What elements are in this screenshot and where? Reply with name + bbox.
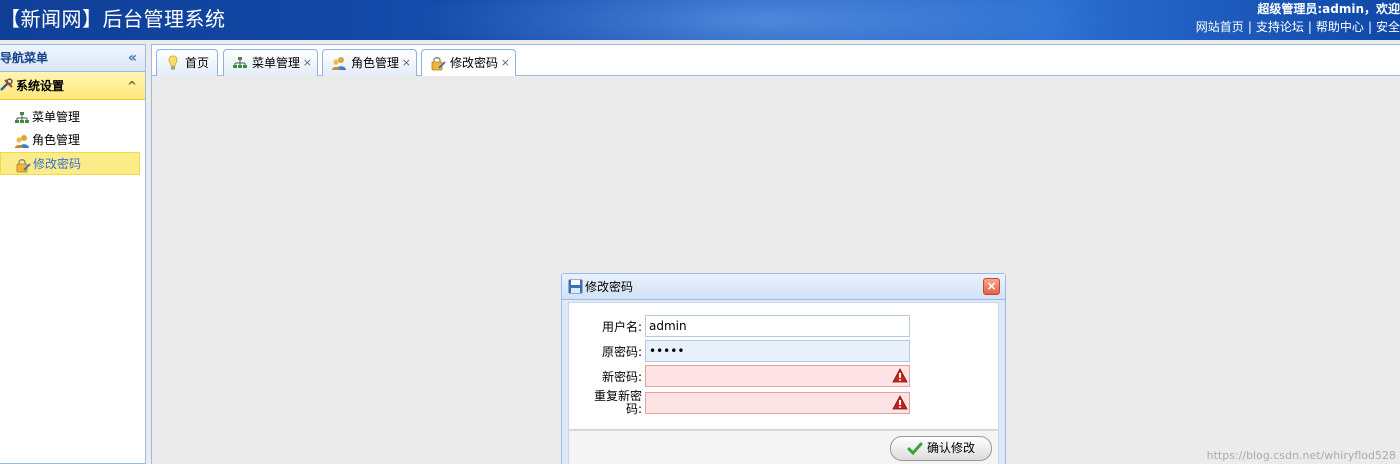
link-support-forum[interactable]: 支持论坛: [1256, 20, 1304, 34]
link-security[interactable]: 安全: [1376, 20, 1400, 34]
header-glow: [380, 0, 1140, 40]
close-icon[interactable]: ×: [303, 50, 312, 76]
user-group-icon: [15, 135, 29, 148]
warning-icon: [892, 395, 908, 410]
confirm-change-label: 确认修改: [927, 441, 976, 455]
username-input[interactable]: admin: [645, 315, 910, 337]
sitemap-icon: [233, 57, 247, 68]
dialog-header[interactable]: 修改密码 ×: [562, 274, 1005, 300]
sitemap-icon: [15, 112, 29, 123]
link-separator: |: [1247, 20, 1252, 34]
form-row-repeat-password: 重复新密 码:: [569, 390, 1000, 416]
close-icon[interactable]: ×: [402, 50, 411, 76]
tab-home[interactable]: 首页: [156, 49, 218, 76]
tab-menu-management[interactable]: 菜单管理 ×: [223, 49, 318, 76]
tab-bar: 首页 菜单管理 × 角色管理 × 修改密码 ×: [151, 44, 1400, 77]
lightbulb-icon: [168, 55, 178, 70]
checkmark-icon: [907, 442, 923, 456]
link-site-home[interactable]: 网站首页: [1196, 20, 1244, 34]
confirm-change-button[interactable]: 确认修改: [890, 436, 992, 461]
old-password-label: 原密码:: [601, 345, 642, 359]
user-greeting: 超级管理员:admin，欢迎: [1257, 2, 1400, 16]
warning-icon: [892, 368, 908, 383]
sidebar-item-change-password[interactable]: 修改密码: [0, 152, 140, 175]
sidebar-item-label: 角色管理: [32, 133, 81, 147]
tab-label: 角色管理: [351, 56, 400, 70]
sidebar-item-label: 菜单管理: [32, 110, 81, 124]
repeat-password-label: 重复新密 码:: [552, 390, 642, 416]
link-separator: |: [1307, 20, 1312, 34]
watermark: https://blog.csdn.net/whiryflod528: [1206, 449, 1396, 462]
sidebar-item-menu-management[interactable]: 菜单管理: [0, 106, 140, 129]
nav-panel-title: 导航菜单 «: [0, 45, 145, 72]
user-group-icon: [332, 57, 346, 70]
chevron-up-icon[interactable]: ^: [127, 72, 137, 100]
username-label: 用户名:: [601, 320, 642, 334]
tab-role-management[interactable]: 角色管理 ×: [322, 49, 417, 76]
dialog-close-button[interactable]: ×: [983, 278, 1000, 295]
form-row-username: 用户名: admin: [569, 315, 1000, 339]
tab-label: 首页: [185, 56, 210, 70]
nav-list: 菜单管理 角色管理 修改密码: [0, 100, 145, 175]
change-password-dialog: 修改密码 × 用户名: admin 原密码: ••••• 新密码: 重复新密 码:: [561, 273, 1006, 464]
tab-change-password[interactable]: 修改密码 ×: [421, 49, 516, 77]
tab-label: 修改密码: [450, 56, 499, 70]
save-icon: [568, 279, 583, 294]
link-help-center[interactable]: 帮助中心: [1316, 20, 1364, 34]
edit-password-icon: [16, 159, 31, 173]
new-password-input[interactable]: [645, 365, 910, 387]
tools-icon: [0, 78, 13, 91]
form-row-new-password: 新密码:: [569, 365, 1000, 389]
link-separator: |: [1367, 20, 1372, 34]
app-title: 【新闻网】后台管理系统: [0, 7, 226, 31]
repeat-password-label-line2: 码:: [625, 402, 642, 416]
nav-panel: 导航菜单 « 系统设置 ^ 菜单管理 角色管理 修改密码: [0, 44, 146, 464]
dialog-footer: 确认修改: [568, 430, 999, 464]
sidebar-item-role-management[interactable]: 角色管理: [0, 129, 140, 152]
app-header: 【新闻网】后台管理系统 超级管理员:admin，欢迎 网站首页 | 支持论坛 | 帮助中…: [0, 0, 1400, 40]
nav-section-label: 系统设置: [16, 79, 65, 93]
sidebar-item-label: 修改密码: [33, 157, 82, 171]
nav-panel-title-text: 导航菜单: [0, 51, 49, 65]
collapse-left-icon[interactable]: «: [128, 45, 137, 72]
header-links: 网站首页 | 支持论坛 | 帮助中心 | 安全: [1196, 18, 1400, 35]
close-icon[interactable]: ×: [501, 50, 510, 76]
tab-label: 菜单管理: [252, 56, 301, 70]
nav-section-system-settings[interactable]: 系统设置 ^: [0, 72, 145, 100]
dialog-title: 修改密码: [585, 280, 634, 294]
edit-password-icon: [431, 57, 446, 71]
repeat-password-input[interactable]: [645, 392, 910, 414]
form-row-old-password: 原密码: •••••: [569, 340, 1000, 364]
dialog-form: 用户名: admin 原密码: ••••• 新密码: 重复新密 码:: [568, 302, 999, 430]
repeat-password-label-line1: 重复新密: [593, 389, 642, 403]
new-password-label: 新密码:: [601, 370, 642, 384]
old-password-input[interactable]: •••••: [645, 340, 910, 362]
